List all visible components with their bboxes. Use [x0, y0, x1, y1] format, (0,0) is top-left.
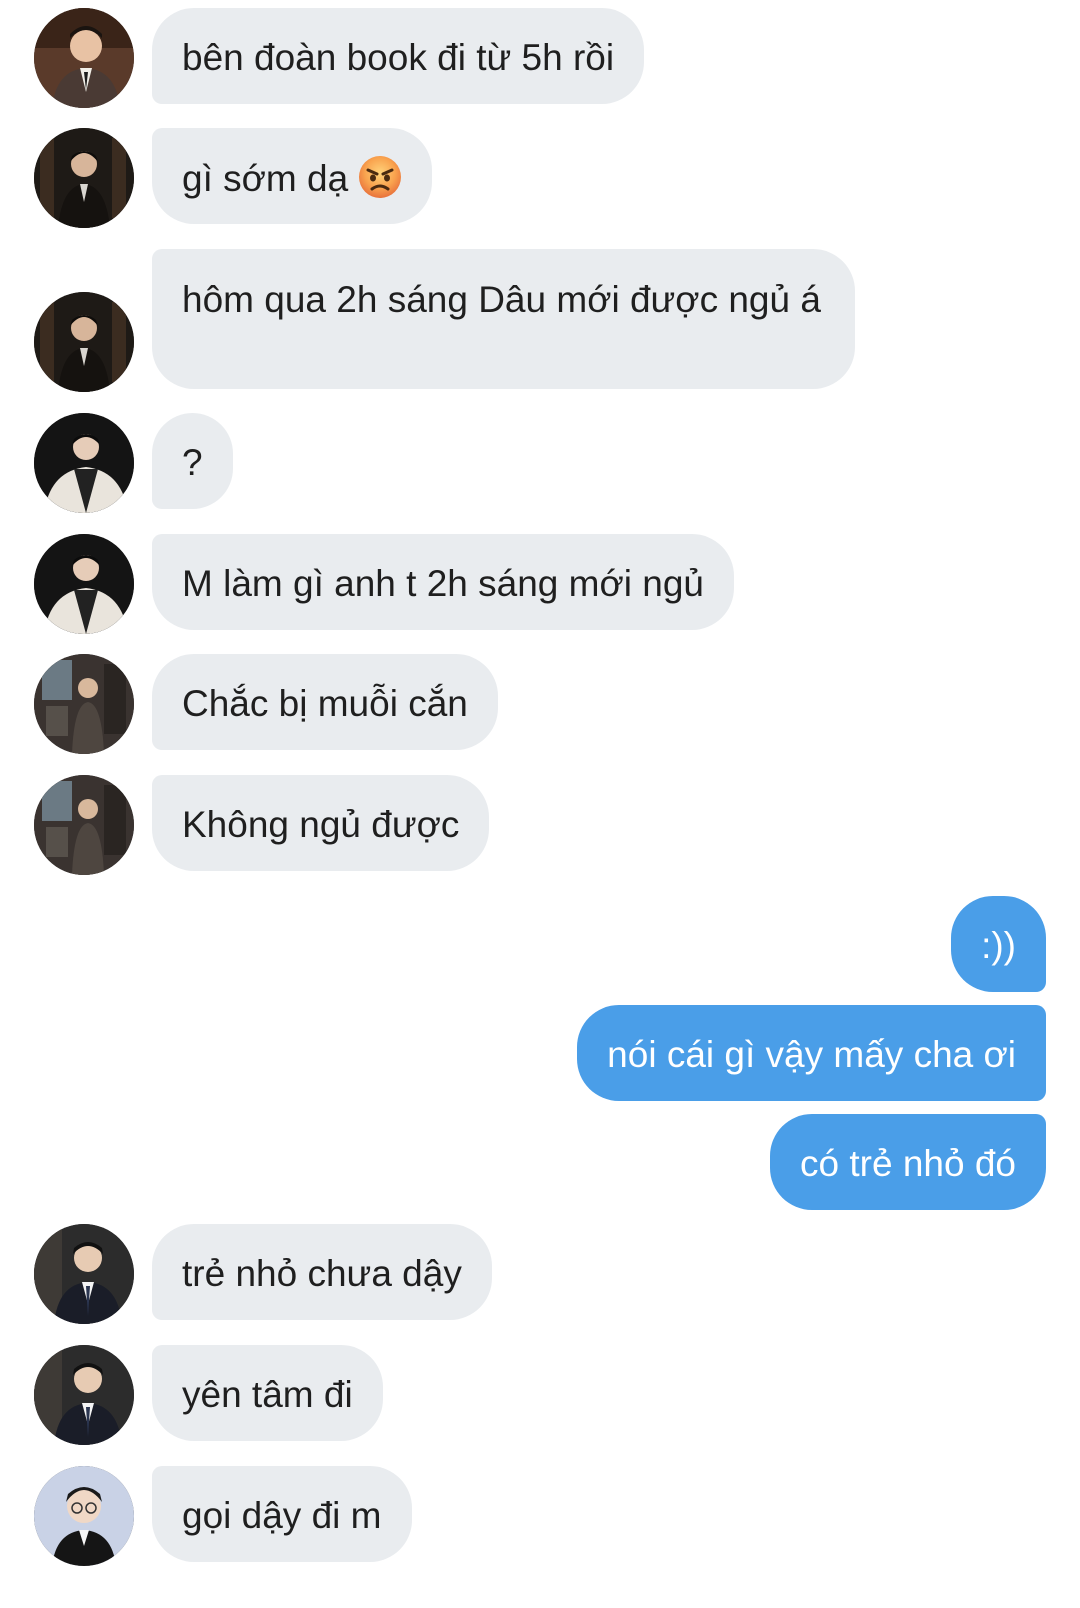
message-text: ? — [182, 442, 203, 483]
message-text: bên đoàn book đi từ 5h rồi — [182, 37, 615, 78]
avatar-man-gallery-icon — [34, 654, 134, 754]
avatar[interactable] — [34, 775, 134, 875]
outgoing-message-bubble[interactable]: :)) — [951, 896, 1046, 992]
incoming-message-bubble[interactable]: ? — [152, 413, 233, 509]
message-text: M làm gì anh t 2h sáng mới ngủ — [182, 563, 704, 604]
incoming-message-bubble[interactable]: gì sớm dạ — [152, 128, 433, 224]
message-text: Chắc bị muỗi cắn — [182, 683, 468, 724]
incoming-message-bubble[interactable]: gọi dậy đi m — [152, 1466, 412, 1562]
avatar[interactable] — [34, 292, 134, 392]
avatar-man-tie-icon — [34, 1345, 134, 1445]
avatar[interactable] — [34, 534, 134, 634]
avatar-man-glasses-icon — [34, 1466, 134, 1566]
avatar-man-tie-icon — [34, 1224, 134, 1324]
message-text: có trẻ nhỏ đó — [800, 1143, 1016, 1184]
avatar-man-white-coat-icon — [34, 534, 134, 634]
avatar-man-suit-smiling-icon — [34, 8, 134, 108]
avatar[interactable] — [34, 1345, 134, 1445]
message-text: trẻ nhỏ chưa dậy — [182, 1253, 462, 1294]
avatar-man-white-coat-icon — [34, 413, 134, 513]
avatar[interactable] — [34, 8, 134, 108]
incoming-message-bubble[interactable]: trẻ nhỏ chưa dậy — [152, 1224, 492, 1320]
incoming-message-bubble[interactable]: Chắc bị muỗi cắn — [152, 654, 498, 750]
outgoing-message-bubble[interactable]: có trẻ nhỏ đó — [770, 1114, 1046, 1210]
message-text: hôm qua 2h sáng Dâu mới được ngủ á — [182, 279, 821, 320]
incoming-message-bubble[interactable]: Không ngủ được — [152, 775, 490, 871]
message-text: nói cái gì vậy mấy cha ơi — [607, 1034, 1016, 1075]
avatar[interactable] — [34, 1224, 134, 1324]
message-text: :)) — [981, 925, 1016, 966]
avatar[interactable] — [34, 128, 134, 228]
message-text: gì sớm dạ — [182, 158, 349, 199]
avatar-man-dark-room-icon — [34, 292, 134, 392]
angry-face-icon — [359, 156, 402, 198]
avatar[interactable] — [34, 413, 134, 513]
avatar[interactable] — [34, 1466, 134, 1566]
message-text: gọi dậy đi m — [182, 1495, 382, 1536]
incoming-message-bubble[interactable]: yên tâm đi — [152, 1345, 383, 1441]
message-text: yên tâm đi — [182, 1374, 353, 1415]
incoming-message-bubble[interactable]: hôm qua 2h sáng Dâu mới được ngủ á — [152, 249, 855, 389]
avatar[interactable] — [34, 654, 134, 754]
incoming-message-bubble[interactable]: bên đoàn book đi từ 5h rồi — [152, 8, 645, 104]
message-text: Không ngủ được — [182, 804, 460, 845]
incoming-message-bubble[interactable]: M làm gì anh t 2h sáng mới ngủ — [152, 534, 734, 630]
avatar-man-dark-room-icon — [34, 128, 134, 228]
avatar-man-gallery-icon — [34, 775, 134, 875]
outgoing-message-bubble[interactable]: nói cái gì vậy mấy cha ơi — [577, 1005, 1046, 1101]
